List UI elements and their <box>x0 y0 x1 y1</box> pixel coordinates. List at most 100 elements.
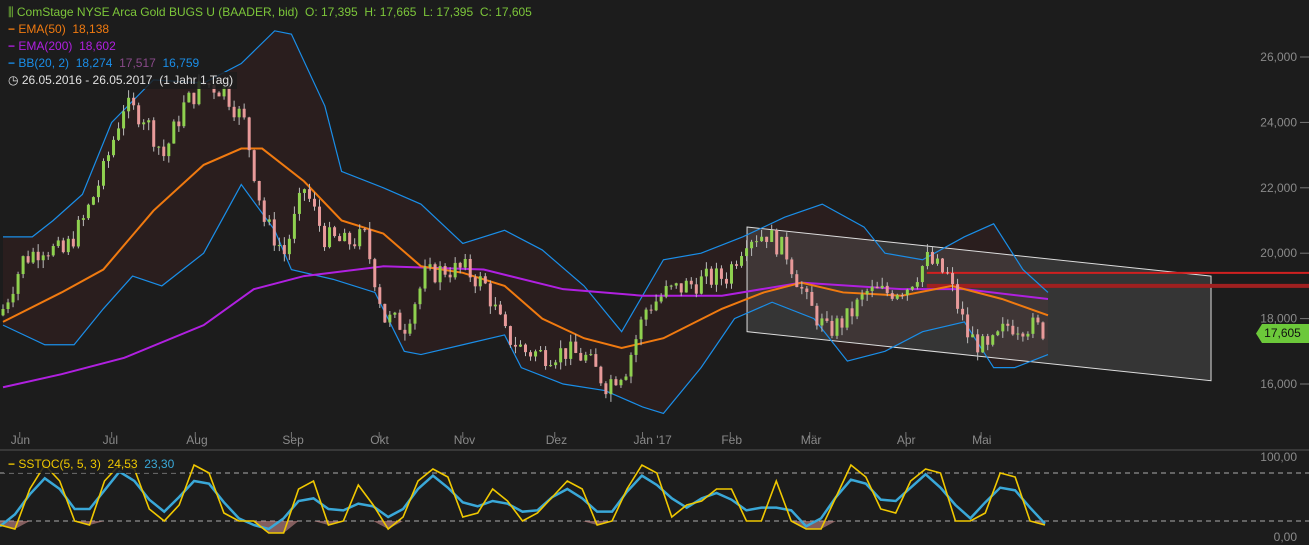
candle-body <box>1026 333 1030 337</box>
candle-body <box>508 326 512 345</box>
candle-body <box>287 238 291 255</box>
candle-body <box>41 255 45 261</box>
candle-body <box>408 323 412 334</box>
y-tick-label: 20,000 <box>1260 246 1297 260</box>
candle-body <box>227 86 231 107</box>
bb-lower-value: 16,759 <box>162 56 200 70</box>
bb-legend[interactable]: − BB(20, 2) 18,274 17,517 16,759 <box>4 55 204 72</box>
candle-body <box>343 232 347 242</box>
candle-body <box>996 331 1000 336</box>
candle-body <box>981 336 985 353</box>
bb-label: BB(20, 2) <box>18 56 70 70</box>
candle-body <box>865 291 869 295</box>
candle-body <box>76 219 80 247</box>
high-value: H: 17,665 <box>364 5 417 19</box>
candle-body <box>383 303 387 323</box>
candle-body <box>614 379 618 386</box>
chart-window: 16,000 18,000 20,000 22,000 24,000 26,000 Jun J… <box>0 0 1309 545</box>
candle-body <box>96 185 100 198</box>
candle-body <box>307 189 311 199</box>
candle-body <box>735 264 739 266</box>
candle-body <box>428 264 432 268</box>
candle-body <box>257 180 261 201</box>
candle-body <box>915 282 919 287</box>
candle-body <box>177 121 181 127</box>
candle-body <box>272 219 276 246</box>
candle-body <box>393 312 397 315</box>
candle-body <box>172 121 176 144</box>
candle-body <box>21 256 25 275</box>
clock-icon: ◷ <box>8 73 19 87</box>
candle-body <box>860 294 864 300</box>
candle-body <box>36 251 40 261</box>
candle-body <box>760 236 764 242</box>
candle-body <box>458 262 462 268</box>
stoch-tick-label: 100,00 <box>1260 450 1297 464</box>
candle-body <box>714 268 718 285</box>
candle-body <box>242 108 246 118</box>
candle-body <box>800 287 804 289</box>
candle-body <box>976 334 980 353</box>
x-tick-label: Jan '17 <box>634 433 673 447</box>
candle-body <box>498 304 502 315</box>
candle-body <box>679 283 683 293</box>
candle-body <box>418 288 422 305</box>
candle-body <box>282 245 286 255</box>
candle-body <box>152 120 156 147</box>
candle-body <box>845 308 849 328</box>
candle-body <box>237 108 241 118</box>
candle-body <box>488 283 492 307</box>
candle-body <box>353 244 357 247</box>
candle-body <box>518 344 522 347</box>
candle-body <box>524 344 527 353</box>
open-value: O: 17,395 <box>304 5 358 19</box>
candle-body <box>785 236 789 260</box>
candle-body <box>112 139 116 156</box>
candle-body <box>182 102 186 127</box>
candle-body <box>951 272 955 285</box>
candle-body <box>935 258 939 264</box>
low-value: L: 17,395 <box>423 5 474 19</box>
x-tick-label: Apr <box>897 433 916 447</box>
candle-body <box>539 350 543 352</box>
ema50-legend[interactable]: − EMA(50) 18,138 <box>4 21 114 38</box>
candle-body <box>443 266 447 275</box>
x-tick-label: Feb <box>721 433 742 447</box>
candle-body <box>940 258 944 273</box>
stoch-k-value: 24,53 <box>107 457 138 471</box>
candle-body <box>192 92 196 105</box>
candle-body <box>1031 317 1035 334</box>
candle-body <box>328 227 332 248</box>
candle-body <box>448 274 452 278</box>
candle-body <box>368 229 372 260</box>
candle-body <box>312 198 316 207</box>
ema200-legend[interactable]: − EMA(200) 18,602 <box>4 38 120 55</box>
candle-body <box>1021 333 1025 337</box>
candle-body <box>956 284 960 309</box>
candle-body <box>890 293 894 299</box>
candle-body <box>16 274 20 294</box>
ema200-label: EMA(200) <box>18 39 73 53</box>
candle-body <box>609 379 613 395</box>
candle-body <box>694 284 698 294</box>
candle-body <box>740 256 744 266</box>
candle-body <box>775 230 779 255</box>
candle-body <box>534 351 538 357</box>
ema50-swatch-icon: − <box>8 22 16 36</box>
candle-body <box>724 278 728 284</box>
candle-body <box>669 285 673 287</box>
candle-body <box>765 236 769 242</box>
candle-body <box>689 280 693 285</box>
instrument-legend: ⫼ ComStage NYSE Arca Gold BUGS U (BAADER… <box>4 4 536 21</box>
candle-body <box>483 276 487 284</box>
stoch-legend[interactable]: − SSTOC(5, 5, 3) 24,53 23,30 <box>4 456 179 473</box>
bb-upper-value: 18,274 <box>75 56 113 70</box>
candle-body <box>388 314 392 323</box>
last-price-value: 17,605 <box>1264 326 1301 340</box>
candle-body <box>1001 323 1005 332</box>
candle-body <box>453 262 457 278</box>
x-tick-label: Aug <box>186 433 207 447</box>
chart-type-icon: ⫼ <box>8 5 14 19</box>
period-label: (1 Jahr 1 Tag) <box>159 73 234 87</box>
candle-body <box>559 348 563 363</box>
